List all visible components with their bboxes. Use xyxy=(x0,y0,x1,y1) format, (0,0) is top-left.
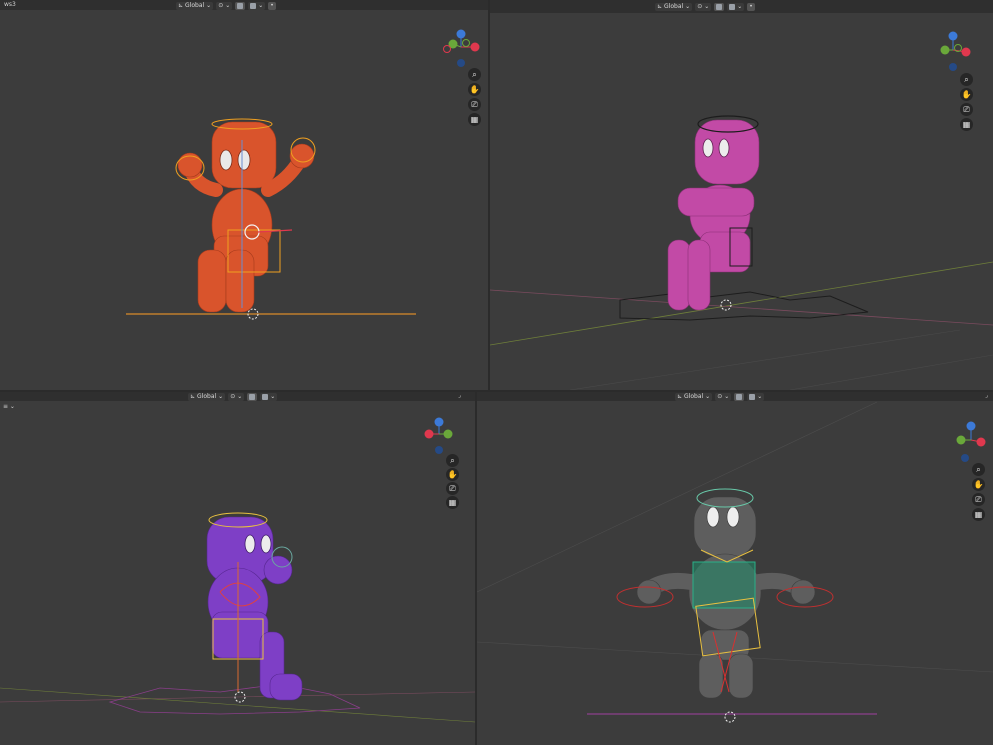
navigation-gizmo[interactable] xyxy=(424,417,453,455)
hand-pan-icon[interactable]: ✋ xyxy=(960,88,973,101)
viewport-bottom-left[interactable]: ≡ ⌄ ⊾ Global ⌄ ⊙ ⌄ ⌄ ⌟ ⌕ ✋ ⎚ ▦ xyxy=(0,392,475,745)
navigation-gizmo[interactable] xyxy=(443,29,480,68)
hand-pan-icon[interactable]: ✋ xyxy=(972,478,985,491)
viewport-top-left[interactable]: ws3 ⊾ Global ⌄ ⊙ ⌄ ⌄ • ⌕ ✋ ⎚ ▦ xyxy=(0,0,488,390)
zoom-icon[interactable]: ⌕ xyxy=(446,454,459,467)
zoom-icon[interactable]: ⌕ xyxy=(468,68,481,81)
viewport-bottom-right[interactable]: ⊾ Global ⌄ ⊙ ⌄ ⌄ ⌟ ⌕ ✋ ⎚ ▦ xyxy=(477,392,993,745)
3d-cursor[interactable] xyxy=(724,711,736,723)
pink-character[interactable] xyxy=(667,119,760,311)
axis-y-icon[interactable] xyxy=(443,429,453,439)
viewport-top-right[interactable]: ⊾ Global ⌄ ⊙ ⌄ ⌄ • ⌕ ✋ ⎚ ▦ xyxy=(490,0,993,390)
camera-view-icon[interactable]: ⎚ xyxy=(468,98,481,111)
axis-x-icon[interactable] xyxy=(961,47,971,57)
grid-ortho-icon[interactable]: ▦ xyxy=(446,496,459,509)
axis-y-icon[interactable] xyxy=(956,435,966,445)
navigation-gizmo[interactable] xyxy=(940,31,971,72)
axis-z-icon[interactable] xyxy=(434,417,444,427)
camera-view-icon[interactable]: ⎚ xyxy=(960,103,973,116)
axis-x-icon[interactable] xyxy=(976,437,986,447)
zoom-icon[interactable]: ⌕ xyxy=(960,73,973,86)
scene-canvas[interactable] xyxy=(477,392,993,745)
axis-z-icon[interactable] xyxy=(966,421,976,431)
axis-x-icon[interactable] xyxy=(424,429,434,439)
navigation-gizmo[interactable] xyxy=(956,421,986,463)
zoom-icon[interactable]: ⌕ xyxy=(972,463,985,476)
grid-ortho-icon[interactable]: ▦ xyxy=(972,508,985,521)
axis-z-icon[interactable] xyxy=(948,31,958,41)
axis-y-icon[interactable] xyxy=(940,45,950,55)
axis-x-icon[interactable] xyxy=(470,42,480,52)
grid-ortho-icon[interactable]: ▦ xyxy=(960,118,973,131)
hand-pan-icon[interactable]: ✋ xyxy=(468,83,481,96)
3d-cursor[interactable] xyxy=(720,299,732,311)
scene-canvas[interactable] xyxy=(490,0,993,390)
camera-view-icon[interactable]: ⎚ xyxy=(446,482,459,495)
camera-view-icon[interactable]: ⎚ xyxy=(972,493,985,506)
scene-canvas[interactable] xyxy=(0,0,488,390)
scene-canvas[interactable] xyxy=(0,392,475,745)
grid-ortho-icon[interactable]: ▦ xyxy=(468,113,481,126)
axis-z-icon[interactable] xyxy=(456,29,466,39)
hand-pan-icon[interactable]: ✋ xyxy=(446,468,459,481)
